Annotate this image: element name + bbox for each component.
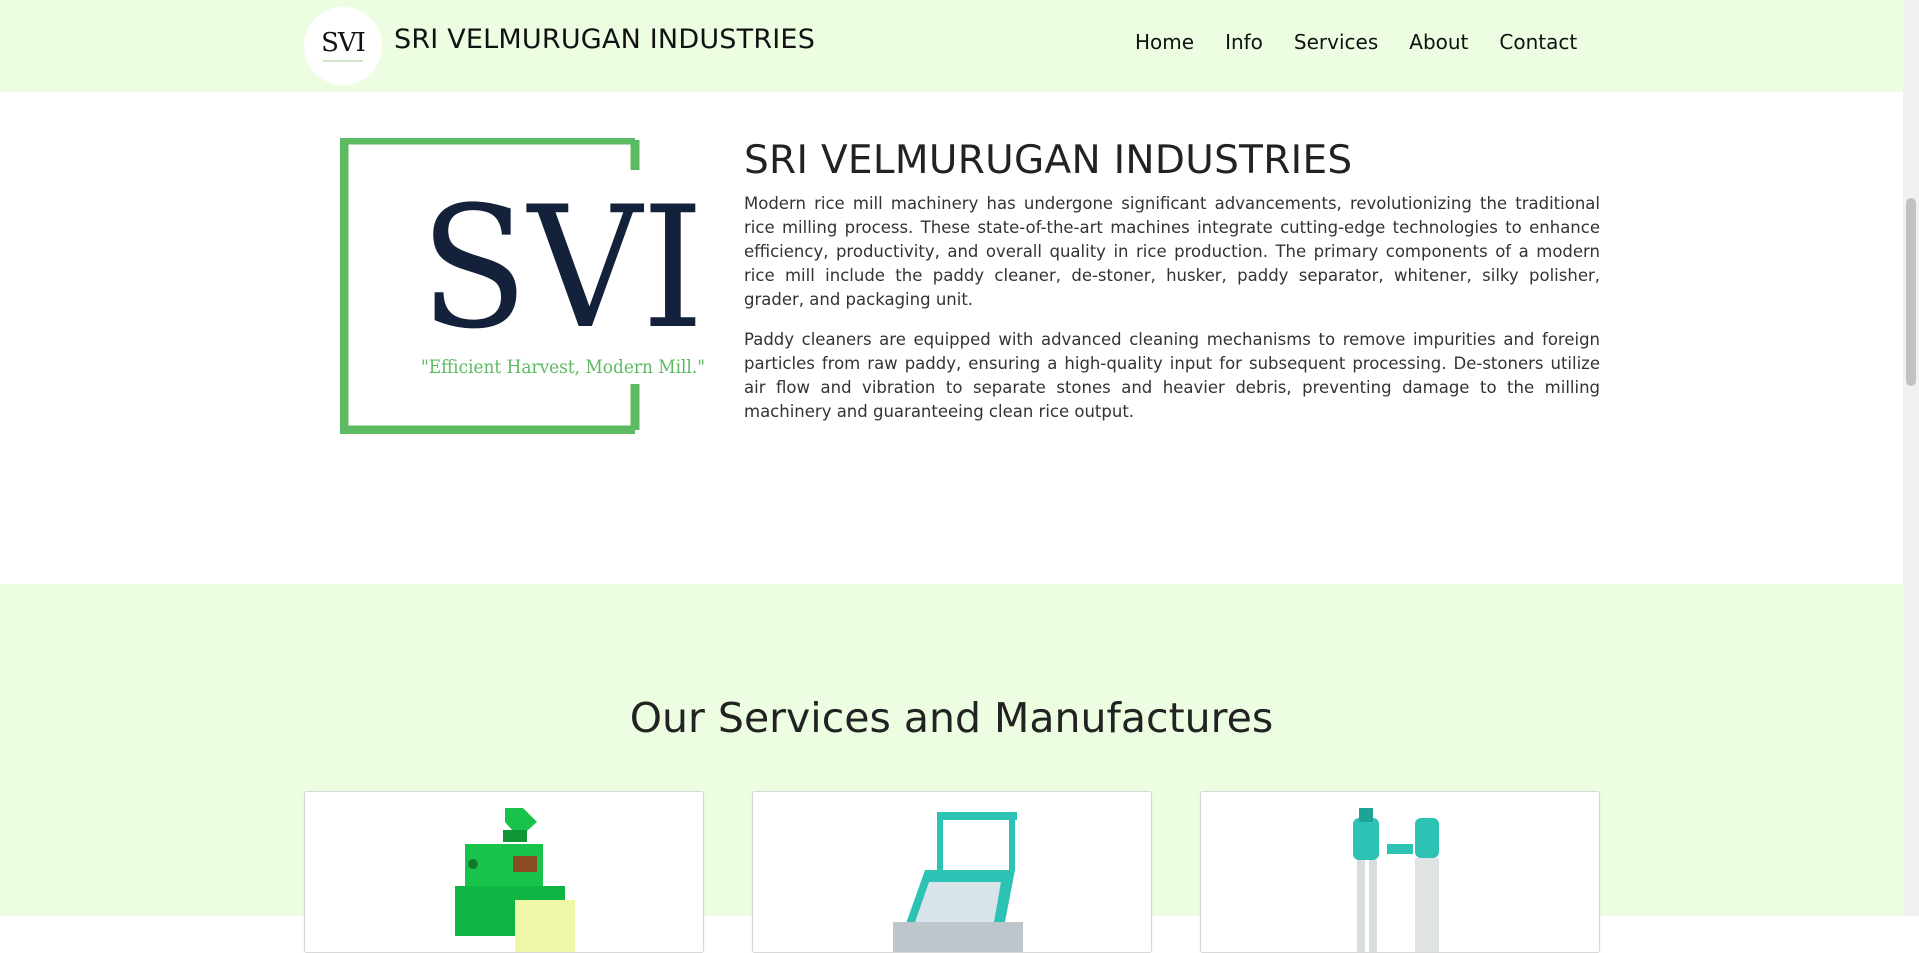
services-title: Our Services and Manufactures xyxy=(629,694,1274,742)
company-logo-letters: SVI xyxy=(420,170,704,366)
brand-logo-tagline-line xyxy=(323,60,363,62)
service-card[interactable] xyxy=(1200,791,1600,953)
service-card[interactable] xyxy=(752,791,1152,953)
intro-title: SRI VELMURUGAN INDUSTRIES xyxy=(744,138,1353,183)
service-image-elevator xyxy=(1353,808,1439,952)
main-nav: Home Info Services About Contact xyxy=(1135,30,1608,54)
intro-text: Modern rice mill machinery has undergone… xyxy=(744,192,1600,440)
brand-logo-text: SVI xyxy=(321,28,366,58)
brand-name[interactable]: SRI VELMURUGAN INDUSTRIES xyxy=(394,24,815,55)
brand-logo[interactable]: SVI xyxy=(304,7,382,85)
scrollbar-thumb[interactable] xyxy=(1906,198,1916,386)
nav-info[interactable]: Info xyxy=(1225,30,1263,54)
service-image-green-machine xyxy=(455,808,575,952)
service-image-destoner xyxy=(893,812,1023,952)
intro-paragraph: Modern rice mill machinery has undergone… xyxy=(744,194,1600,309)
company-logo-tagline: "Efficient Harvest, Modern Mill." xyxy=(421,356,705,378)
nav-about[interactable]: About xyxy=(1409,30,1468,54)
service-card[interactable] xyxy=(304,791,704,953)
services-section: Our Services and Manufactures xyxy=(0,584,1903,953)
intro-paragraph: Paddy cleaners are equipped with advance… xyxy=(744,330,1600,421)
nav-contact[interactable]: Contact xyxy=(1499,30,1577,54)
nav-home[interactable]: Home xyxy=(1135,30,1194,54)
site-header: SVI SRI VELMURUGAN INDUSTRIES Home Info … xyxy=(0,0,1903,92)
nav-services[interactable]: Services xyxy=(1294,30,1378,54)
company-logo: SVI "Efficient Harvest, Modern Mill." xyxy=(339,135,706,435)
vertical-scrollbar[interactable] xyxy=(1903,0,1919,916)
